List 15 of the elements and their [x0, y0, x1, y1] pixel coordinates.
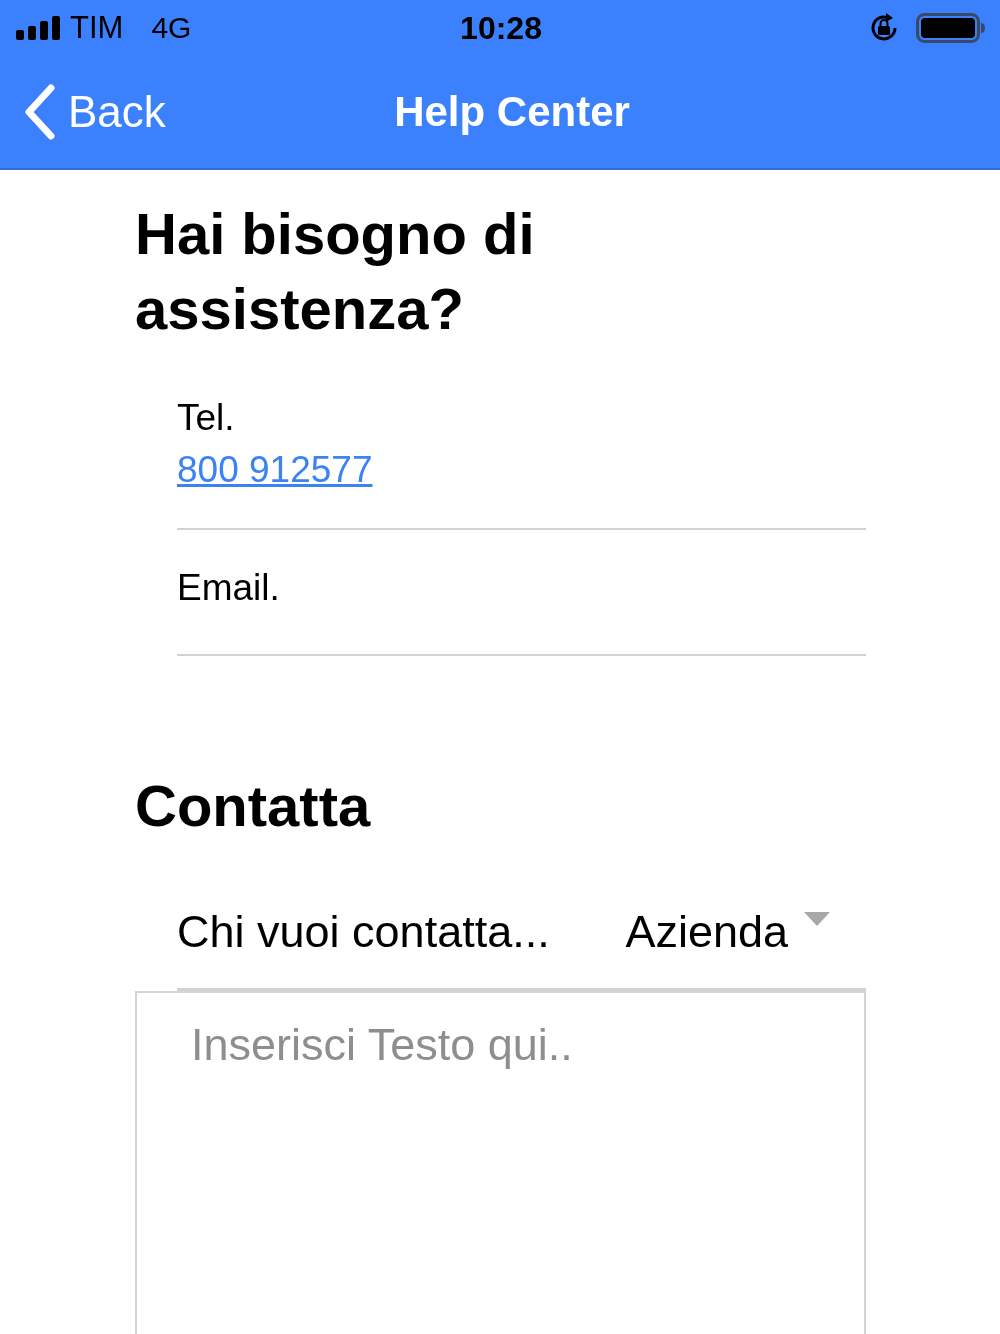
nav-title: Help Center — [394, 88, 630, 136]
status-time: 10:28 — [460, 9, 542, 47]
contact-label: Tel. — [177, 396, 235, 440]
carrier-name: TIM — [70, 10, 124, 46]
signal-icon — [16, 16, 60, 40]
chevron-left-icon — [24, 84, 56, 140]
battery-icon — [916, 13, 986, 43]
caret-down-icon — [804, 912, 830, 926]
message-field[interactable]: Inserisci Testo qui.. — [135, 991, 866, 1334]
section-heading: Contatta — [135, 772, 372, 840]
contact-label: Email. — [177, 566, 280, 610]
network-type: 4G — [151, 11, 192, 45]
page-heading: Hai bisogno di assistenza? — [135, 200, 536, 343]
back-button[interactable]: Back — [24, 84, 166, 140]
phone-link[interactable]: 800 912577 — [177, 446, 373, 494]
